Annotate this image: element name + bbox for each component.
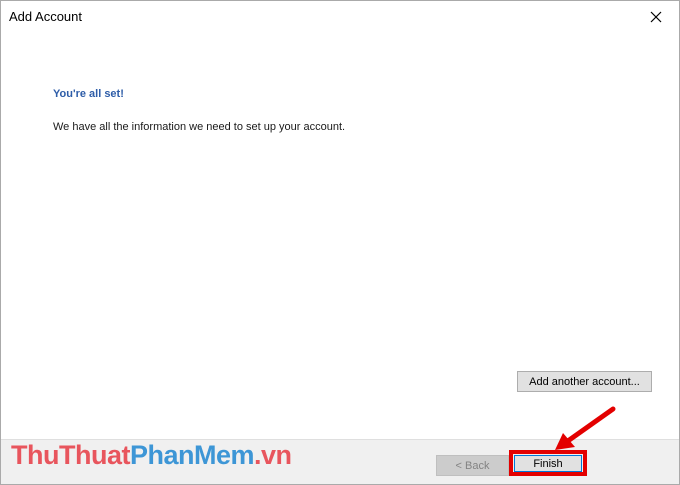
watermark-part2: PhanMem bbox=[129, 440, 255, 470]
add-another-account-button[interactable]: Add another account... bbox=[517, 371, 652, 392]
watermark-logo: ThuThuatPhanMem.vn bbox=[11, 440, 292, 471]
close-icon bbox=[650, 11, 662, 22]
window-title: Add Account bbox=[9, 9, 82, 24]
watermark-part1: ThuThuat bbox=[11, 440, 130, 470]
watermark-part3: .vn bbox=[254, 440, 292, 470]
back-button[interactable]: < Back bbox=[436, 455, 509, 476]
add-account-dialog: Add Account You're all set! We have all … bbox=[0, 0, 680, 485]
info-text: We have all the information we need to s… bbox=[53, 121, 346, 133]
red-arrow-icon bbox=[555, 406, 616, 450]
dialog-content: You're all set! We have all the informat… bbox=[1, 32, 679, 439]
finish-button[interactable]: Finish bbox=[514, 455, 582, 472]
title-bar: Add Account bbox=[1, 1, 679, 32]
close-button[interactable] bbox=[633, 1, 679, 32]
success-heading: You're all set! bbox=[53, 88, 124, 100]
